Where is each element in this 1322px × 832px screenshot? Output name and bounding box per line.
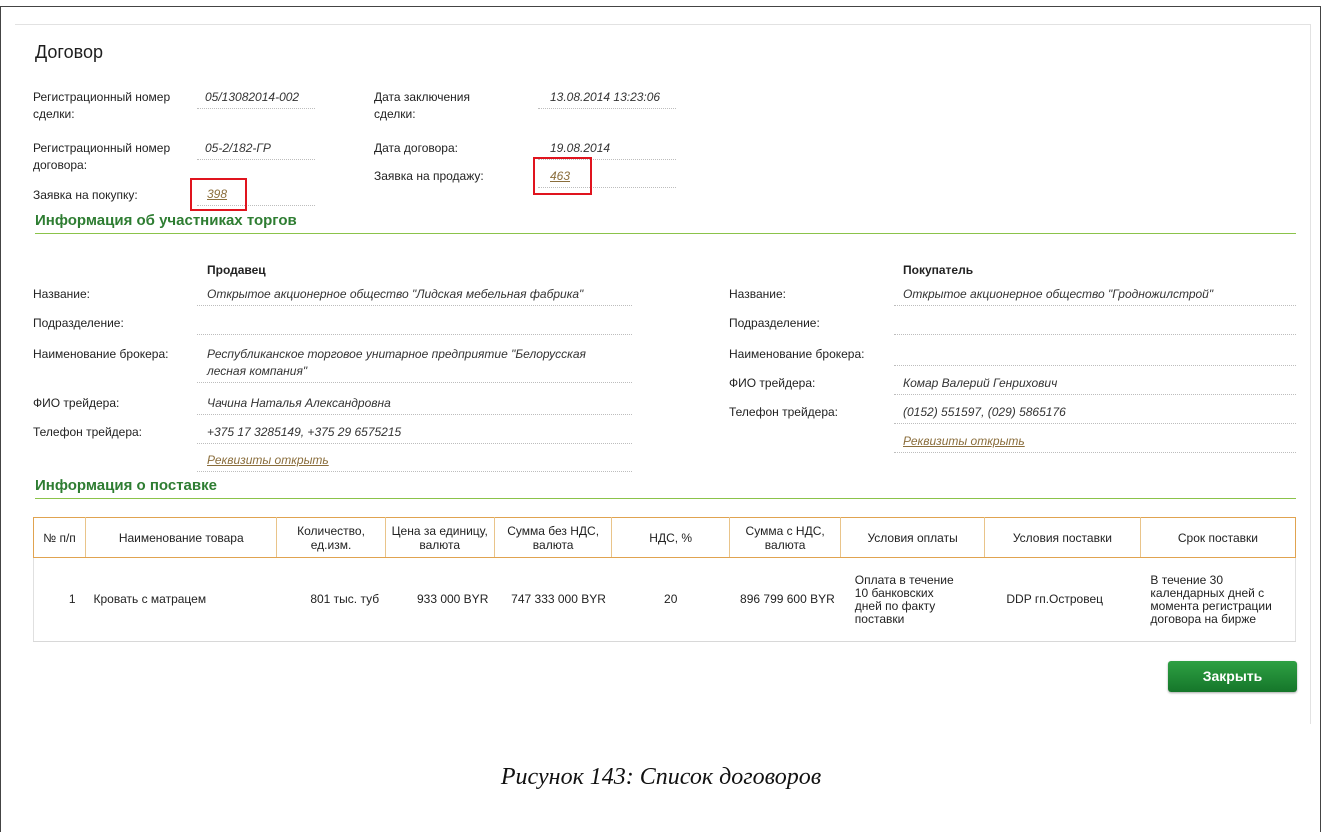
col-header-product: Наименование товара [85,517,278,558]
buyer-division-label: Подразделение: [729,316,820,330]
figure-caption: Рисунок 143: Список договоров [500,764,822,790]
buyer-requisites-row: Реквизиты открыть [894,433,1296,453]
table-header-row: № п/п Наименование товара Количество, ед… [32,517,1297,558]
delivery-section-title: Информация о поставке [35,477,1296,499]
cell-vat: 20 [611,557,730,642]
buyer-requisites-link[interactable]: Реквизиты открыть [903,434,1025,448]
seller-broker-value-line2: лесная компания" [197,363,632,383]
buyer-trader-label: ФИО трейдера: [729,376,816,390]
seller-name-label: Название: [33,287,90,301]
cell-unit-price: 933 000 BYR [385,557,495,642]
participants-section-title: Информация об участниках торгов [35,212,1296,234]
sell-order-label: Заявка на продажу: [374,169,484,183]
delivery-table: № п/п Наименование товара Количество, ед… [32,517,1297,642]
col-header-sum-no-vat: Сумма без НДС, валюта [494,517,613,558]
seller-requisites-row: Реквизиты открыть [197,452,632,472]
reg-number-value: 05/13082014-002 [197,89,315,109]
buyer-broker-label: Наименование брокера: [729,347,865,361]
cell-payment-terms: Оплата в течение 10 банковских дней по ф… [840,557,985,642]
close-button[interactable]: Закрыть [1168,661,1297,692]
col-header-delivery-terms: Условия поставки [984,517,1141,558]
col-header-sum-with-vat: Сумма с НДС, валюта [729,517,842,558]
col-header-payment-terms: Условия оплаты [840,517,985,558]
col-header-unit-price: Цена за единицу, валюта [385,517,495,558]
contract-number-value: 05-2/182-ГР [197,140,315,160]
col-header-vat: НДС, % [611,517,730,558]
buy-order-highlight [190,178,247,211]
col-header-quantity: Количество, ед.изм. [276,517,386,558]
seller-requisites-link[interactable]: Реквизиты открыть [207,453,329,467]
buyer-name-label: Название: [729,287,786,301]
buyer-division-value [894,315,1296,335]
buyer-phone-label: Телефон трейдера: [729,405,839,419]
cell-delivery-terms: DDP гп.Островец [984,557,1141,642]
cell-sum-no-vat: 747 333 000 BYR [494,557,612,642]
seller-phone-value: +375 17 3285149, +375 29 6575215 [197,424,632,444]
buyer-name-value: Открытое акционерное общество "Гродножил… [894,286,1296,306]
cell-delivery-period: В течение 30 календарных дней с момента … [1140,557,1297,642]
reg-number-label: Регистрационный номер сделки: [33,90,171,121]
seller-broker-label: Наименование брокера: [33,347,169,361]
seller-trader-value: Чачина Наталья Александровна [197,395,632,415]
buyer-heading: Покупатель [903,263,974,277]
conclusion-date-value: 13.08.2014 13:23:06 [538,89,676,109]
table-row: 1 Кровать с матрацем 801 тыс. туб 933 00… [32,557,1297,642]
cell-quantity: 801 тыс. туб [276,557,386,642]
seller-name-value: Открытое акционерное общество "Лидская м… [197,286,632,306]
seller-division-value [197,315,632,335]
seller-heading: Продавец [207,263,266,277]
seller-division-label: Подразделение: [33,316,124,330]
seller-trader-label: ФИО трейдера: [33,396,120,410]
cell-product: Кровать с матрацем [85,557,277,642]
sell-order-highlight [533,157,592,195]
conclusion-date-label: Дата заключения сделки: [374,90,470,121]
buy-order-label: Заявка на покупку: [33,188,138,202]
buyer-trader-value: Комар Валерий Генрихович [894,375,1296,395]
seller-phone-label: Телефон трейдера: [33,425,143,439]
buyer-broker-value [894,346,1296,366]
col-header-num: № п/п [32,517,87,558]
contract-date-label: Дата договора: [374,141,458,155]
buyer-phone-value: (0152) 551597, (029) 5865176 [894,404,1296,424]
col-header-delivery-period: Срок поставки [1140,517,1297,558]
cell-sum-with-vat: 896 799 600 BYR [729,557,841,642]
page-title: Договор [35,42,103,62]
contract-number-label: Регистрационный номер договора: [33,141,171,172]
cell-num: 1 [32,557,86,642]
